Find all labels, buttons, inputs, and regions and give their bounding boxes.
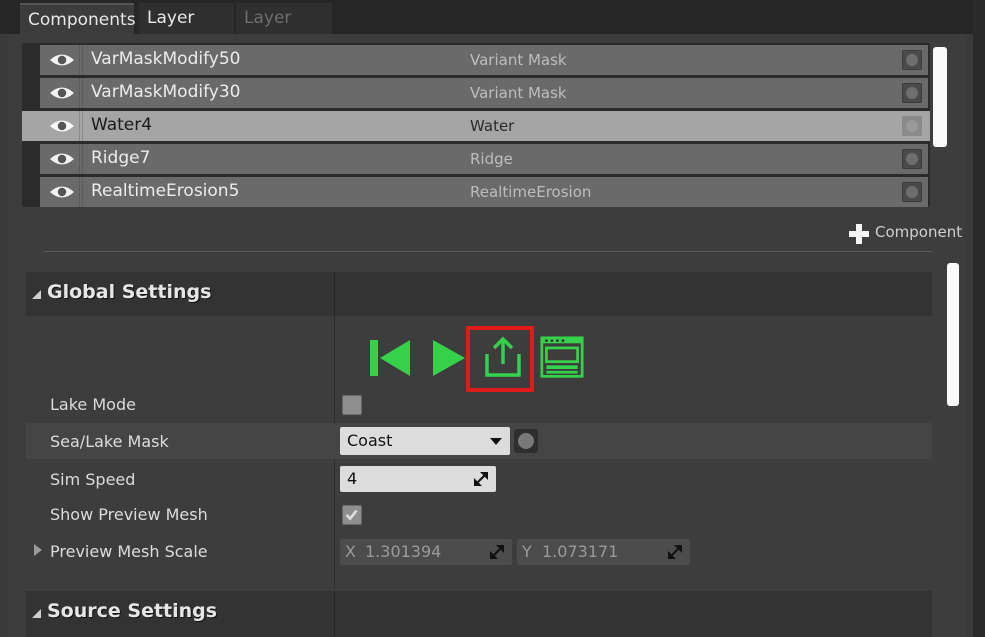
eye-icon[interactable]: [48, 84, 76, 102]
component-enable-toggle[interactable]: [902, 50, 922, 70]
preview-mesh-scale-label: Preview Mesh Scale: [50, 542, 208, 561]
sim-speed-label: Sim Speed: [50, 470, 136, 489]
drag-handle-icon: [490, 545, 504, 559]
component-enable-toggle[interactable]: [902, 149, 922, 169]
eye-icon[interactable]: [48, 51, 76, 69]
row-divider: [82, 78, 83, 108]
sim-speed-input[interactable]: 4: [340, 466, 496, 492]
component-type: RealtimeErosion: [470, 183, 592, 201]
drag-handle-icon: [474, 472, 488, 486]
show-preview-mesh-label: Show Preview Mesh: [50, 505, 208, 524]
eye-icon[interactable]: [48, 150, 76, 168]
highlight-box: [466, 326, 534, 392]
global-settings-title: Global Settings: [47, 281, 212, 303]
expand-arrow-icon[interactable]: [34, 544, 42, 556]
component-name: Water4: [91, 115, 153, 135]
x-axis-label: X: [345, 542, 356, 561]
component-name: VarMaskModify50: [91, 49, 241, 69]
drag-handle-icon: [668, 545, 682, 559]
tab-layer-edit: Layer Edit: [236, 3, 332, 58]
skip-to-start-icon[interactable]: [370, 336, 412, 380]
component-row[interactable]: Ridge7 Ridge: [40, 144, 928, 174]
add-component-label: Component: [875, 223, 963, 241]
row-divider: [82, 177, 83, 207]
component-name: VarMaskModify30: [91, 82, 241, 102]
component-enable-toggle[interactable]: [902, 116, 922, 136]
component-enable-toggle[interactable]: [902, 83, 922, 103]
component-type: Variant Mask: [470, 84, 567, 102]
sea-lake-mask-label: Sea/Lake Mask: [50, 432, 169, 451]
sea-lake-mask-value: Coast: [347, 431, 393, 450]
row-divider: [79, 45, 80, 75]
lake-mode-label: Lake Mode: [50, 395, 136, 414]
header-divider: [334, 591, 335, 637]
component-row[interactable]: VarMaskModify30 Variant Mask: [40, 78, 928, 108]
eye-icon[interactable]: [48, 117, 76, 135]
preview-mesh-scale-y-input[interactable]: Y 1.073171: [517, 539, 690, 565]
component-list-scrollbar[interactable]: [933, 47, 947, 147]
row-divider: [79, 78, 80, 108]
global-settings-header[interactable]: Global Settings: [26, 272, 932, 316]
property-row: Lake Mode: [26, 386, 932, 422]
header-divider: [334, 272, 335, 316]
panel-layout-icon[interactable]: [538, 336, 586, 380]
component-row[interactable]: RealtimeErosion5 RealtimeErosion: [40, 177, 928, 207]
tab-components[interactable]: Components: [20, 3, 136, 34]
component-row[interactable]: VarMaskModify50 Variant Mask: [40, 45, 928, 75]
y-axis-label: Y: [522, 542, 532, 561]
checkmark-icon: [345, 509, 358, 521]
row-divider: [79, 144, 80, 174]
property-row: Show Preview Mesh: [26, 497, 932, 533]
tab-layer-info[interactable]: Layer Info: [139, 3, 234, 58]
component-enable-toggle[interactable]: [902, 182, 922, 202]
show-preview-mesh-checkbox[interactable]: [342, 505, 362, 525]
source-settings-title: Source Settings: [47, 600, 218, 622]
component-type: Variant Mask: [470, 51, 567, 69]
separator: [44, 251, 932, 252]
row-divider: [79, 177, 80, 207]
sim-speed-value: 4: [347, 469, 358, 488]
component-name: Ridge7: [91, 148, 151, 168]
row-divider: [79, 111, 80, 141]
component-type: Water: [470, 117, 515, 135]
preview-mesh-scale-x-input[interactable]: X 1.301394: [340, 539, 512, 565]
preview-mesh-scale-y-value: 1.073171: [542, 542, 619, 561]
collapse-arrow-icon: [32, 609, 41, 618]
row-divider: [82, 144, 83, 174]
window-edge: [973, 0, 985, 637]
play-icon[interactable]: [431, 336, 467, 380]
component-row-selected[interactable]: Water4 Water: [22, 111, 930, 141]
collapse-arrow-icon: [32, 290, 41, 299]
plus-icon: [849, 224, 869, 244]
reset-to-default-button[interactable]: [514, 429, 538, 453]
row-divider: [82, 111, 83, 141]
component-type: Ridge: [470, 150, 513, 168]
row-divider: [82, 45, 83, 75]
component-name: RealtimeErosion5: [91, 181, 240, 201]
source-settings-header[interactable]: Source Settings: [26, 591, 932, 637]
dropdown-arrow-icon: [490, 438, 502, 445]
eye-icon[interactable]: [48, 183, 76, 201]
sea-lake-mask-dropdown[interactable]: Coast: [340, 427, 510, 455]
details-scrollbar[interactable]: [947, 263, 959, 406]
preview-mesh-scale-x-value: 1.301394: [365, 542, 442, 561]
lake-mode-checkbox[interactable]: [342, 395, 362, 415]
